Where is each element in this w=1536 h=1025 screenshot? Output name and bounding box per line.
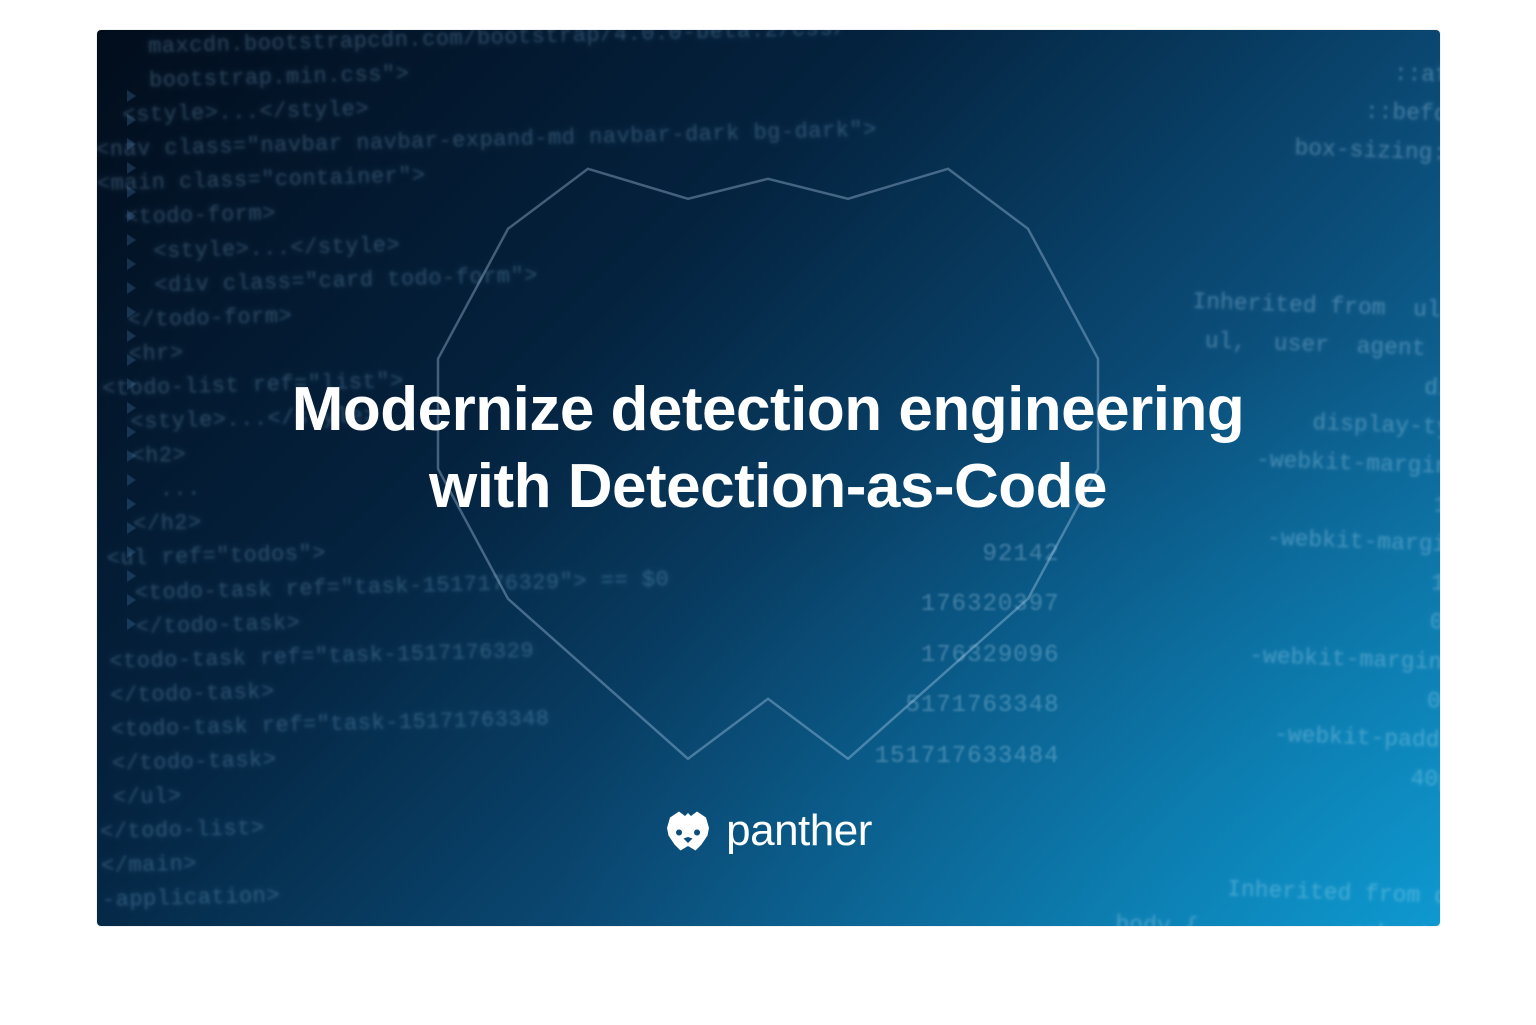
brand-lockup: panther	[97, 806, 1440, 856]
panther-logo-icon	[664, 807, 712, 855]
headline-text: Modernize detection engineering with Det…	[292, 371, 1245, 526]
headline-line-2: with Detection-as-Code	[429, 452, 1107, 521]
headline-line-1: Modernize detection engineering	[292, 375, 1245, 444]
headline-container: Modernize detection engineering with Det…	[97, 30, 1440, 926]
hero-banner: maxcdn.bootstrapcdn.com/bootstrap/4.0.0-…	[97, 30, 1440, 926]
brand-name: panther	[726, 806, 872, 856]
